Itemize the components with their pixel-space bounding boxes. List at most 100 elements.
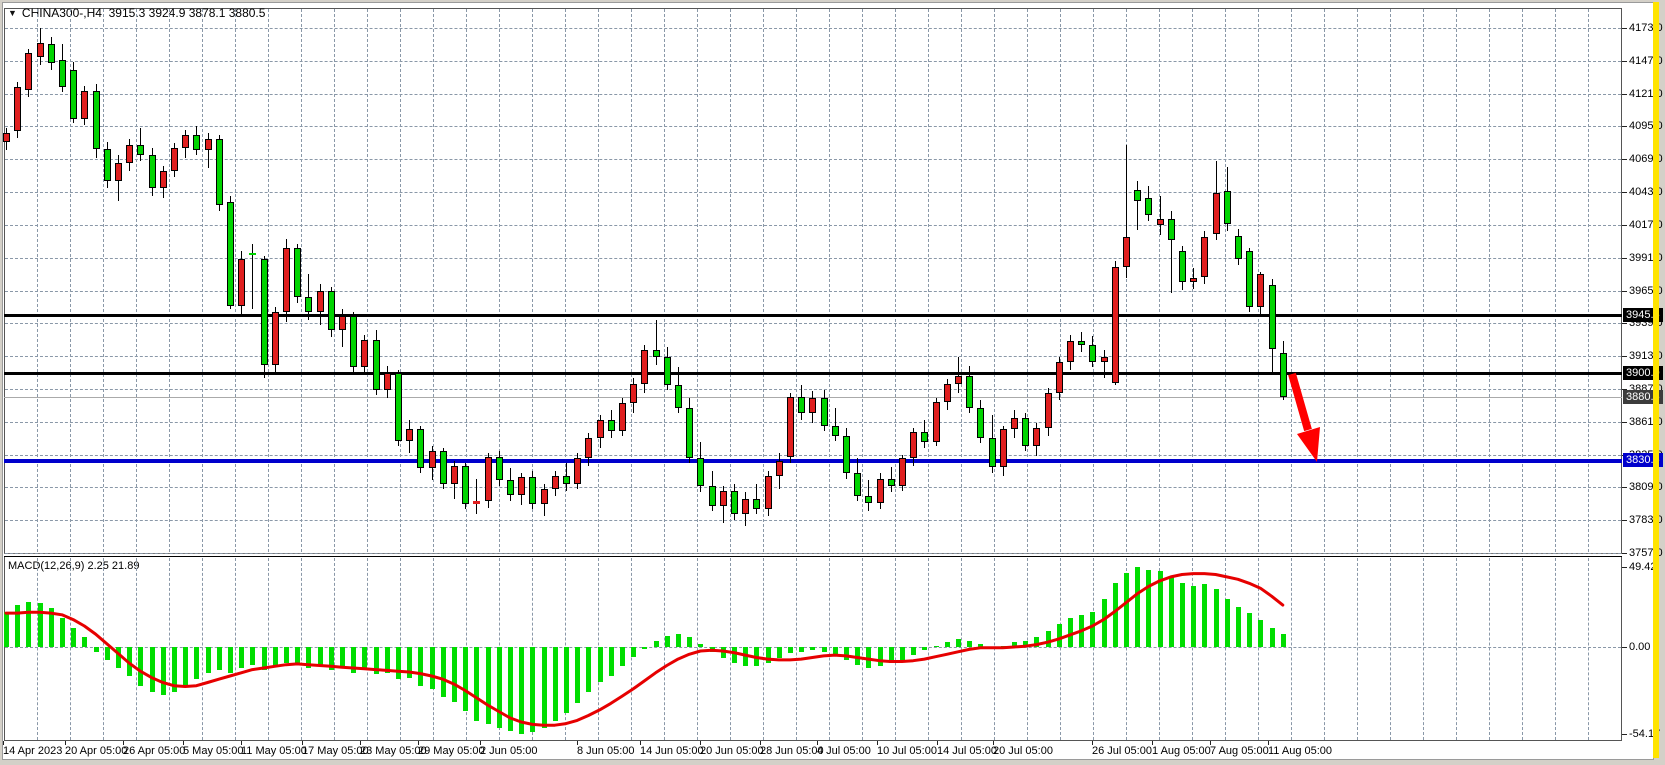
vertical-gridline xyxy=(598,9,599,552)
candle-up xyxy=(317,291,324,312)
candle-down xyxy=(1145,198,1152,214)
macd-histogram-bar xyxy=(967,641,972,647)
macd-histogram-bar xyxy=(396,647,401,679)
candle-down xyxy=(865,496,872,502)
vertical-gridline xyxy=(1093,558,1094,740)
vertical-gridline xyxy=(268,558,269,740)
macd-histogram-bar xyxy=(4,612,9,647)
vertical-gridline xyxy=(862,9,863,552)
candle-down xyxy=(149,155,156,188)
macd-histogram-bar xyxy=(609,647,614,676)
candle-down xyxy=(1280,353,1287,397)
macd-histogram-bar xyxy=(60,618,65,647)
candle-up xyxy=(272,312,279,365)
candle-down xyxy=(664,357,671,385)
vertical-gridline xyxy=(235,9,236,552)
macd-histogram-bar xyxy=(486,647,491,724)
macd-histogram-bar xyxy=(687,637,692,647)
macd-histogram-bar xyxy=(631,647,636,657)
macd-histogram-bar xyxy=(1191,586,1196,647)
candle-up xyxy=(384,373,391,391)
time-axis-label: 14 Apr 2023 xyxy=(3,745,62,757)
candle-down xyxy=(854,473,861,496)
price-plot[interactable] xyxy=(4,8,1622,553)
ohlc-values: 3915.3 3924.9 3878.1 3880.5 xyxy=(109,6,266,20)
macd-histogram-bar xyxy=(553,647,558,721)
macd-tick xyxy=(1622,734,1627,735)
horizontal-line-3830.6[interactable] xyxy=(4,459,1622,463)
macd-histogram-bar xyxy=(239,647,244,668)
macd-histogram-bar xyxy=(900,647,905,660)
vertical-gridline xyxy=(961,9,962,552)
candle-up xyxy=(1000,429,1007,467)
vertical-gridline xyxy=(1555,558,1556,740)
horizontal-gridline xyxy=(5,356,1621,357)
macd-histogram-bar xyxy=(463,647,468,711)
vertical-gridline xyxy=(235,558,236,740)
time-axis-label: 17 May 05:00 xyxy=(302,745,369,757)
vertical-gridline xyxy=(367,558,368,740)
candle-wick xyxy=(958,357,959,392)
candle-down xyxy=(417,429,424,468)
time-axis-label: 4 Jul 05:00 xyxy=(817,745,871,757)
candle-up xyxy=(1201,237,1208,276)
horizontal-gridline xyxy=(5,159,1621,160)
horizontal-gridline xyxy=(5,126,1621,127)
candle-up xyxy=(339,316,346,330)
macd-histogram-bar xyxy=(788,647,793,653)
macd-histogram-bar xyxy=(1068,618,1073,647)
vertical-gridline xyxy=(334,9,335,552)
macd-histogram-bar xyxy=(71,628,76,647)
macd-histogram-bar xyxy=(194,647,199,679)
candle-up xyxy=(238,259,245,306)
candle-down xyxy=(104,149,111,181)
macd-histogram-bar xyxy=(172,647,177,692)
vertical-gridline xyxy=(895,558,896,740)
macd-indicator-label: MACD(12,26,9) 2.25 21.89 xyxy=(8,560,139,572)
horizontal-gridline xyxy=(5,258,1621,259)
horizontal-line-3900.0[interactable] xyxy=(4,372,1622,375)
candle-down xyxy=(753,499,760,509)
candle-up xyxy=(518,477,525,495)
macd-histogram-bar xyxy=(1113,583,1118,647)
price-tick xyxy=(1622,553,1627,554)
vertical-gridline xyxy=(1060,558,1061,740)
macd-histogram-bar xyxy=(855,647,860,665)
vertical-gridline xyxy=(169,558,170,740)
price-tick xyxy=(1622,94,1627,95)
vertical-gridline xyxy=(169,9,170,552)
candle-up xyxy=(25,53,32,90)
macd-histogram-bar xyxy=(1090,612,1095,647)
one-click-dropdown-icon[interactable]: ▼ xyxy=(8,8,17,18)
macd-histogram-bar xyxy=(866,647,871,668)
vertical-gridline xyxy=(895,9,896,552)
vertical-gridline xyxy=(994,9,995,552)
candle-down xyxy=(305,297,312,312)
candle-down xyxy=(507,480,514,495)
vertical-gridline xyxy=(1357,558,1358,740)
vertical-gridline xyxy=(1555,9,1556,552)
candle-down xyxy=(294,248,301,297)
candle-down xyxy=(832,426,839,436)
vertical-gridline xyxy=(103,9,104,552)
time-axis-label: 29 May 05:00 xyxy=(418,745,485,757)
vertical-gridline xyxy=(1027,9,1028,552)
candle-up xyxy=(619,403,626,431)
candle-up xyxy=(171,148,178,171)
horizontal-line-3945.5[interactable] xyxy=(4,314,1622,317)
candle-up xyxy=(944,384,951,402)
vertical-gridline xyxy=(664,558,665,740)
macd-histogram-bar xyxy=(564,647,569,713)
macd-histogram-bar xyxy=(49,608,54,647)
candle-down xyxy=(821,398,828,426)
macd-histogram-bar xyxy=(374,647,379,674)
macd-histogram-bar xyxy=(978,644,983,647)
macd-histogram-bar xyxy=(799,647,804,652)
vertical-gridline xyxy=(202,9,203,552)
candle-up xyxy=(1045,393,1052,428)
macd-histogram-bar xyxy=(1270,628,1275,647)
vertical-gridline xyxy=(1522,558,1523,740)
vertical-gridline xyxy=(763,9,764,552)
macd-histogram-bar xyxy=(474,647,479,721)
time-axis-label: 11 Aug 05:00 xyxy=(1268,745,1332,757)
